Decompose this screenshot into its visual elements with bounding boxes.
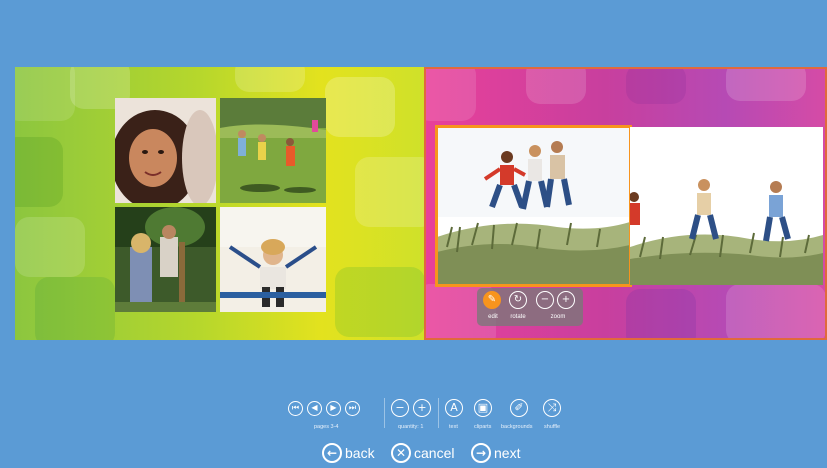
photo-kids-playground[interactable] [115, 207, 216, 312]
photo-kids-dunes-selected[interactable] [435, 125, 632, 287]
edit-label: edit [488, 314, 498, 320]
back-button[interactable]: ← back [322, 442, 375, 464]
cliparts-label: cliparts [474, 424, 492, 430]
toolbar-separator [438, 398, 439, 428]
prev-page-icon[interactable]: ◀ [307, 401, 322, 416]
pages-label: pages 3-4 [314, 424, 339, 430]
left-page[interactable] [15, 67, 424, 340]
cliparts-icon[interactable]: ▣ [474, 399, 492, 417]
cancel-label: cancel [414, 445, 455, 461]
photo-girl-portrait[interactable] [115, 98, 216, 203]
photo-kids-dunes-wide[interactable] [630, 127, 823, 285]
rotate-label: rotate [510, 314, 526, 320]
back-label: back [345, 445, 375, 461]
zoom-out-icon[interactable]: − [536, 291, 554, 309]
photo-kids-dunes-image [437, 127, 630, 285]
quantity-label: quantity: 1 [398, 424, 424, 430]
cancel-x-icon: ✕ [391, 443, 411, 463]
shuffle-label: shuffle [544, 424, 561, 430]
photo-kids-running[interactable] [220, 98, 326, 203]
next-button[interactable]: → next [471, 442, 520, 464]
cancel-button[interactable]: ✕ cancel [391, 442, 454, 464]
minus-icon[interactable]: − [391, 399, 409, 417]
photo-kids-dunes-wide-image [630, 127, 823, 285]
backgrounds-label: backgrounds [501, 424, 533, 430]
photo-kids-running-image [220, 98, 326, 203]
photo-girl-portrait-image [115, 98, 216, 203]
zoom-in-icon[interactable]: + [557, 291, 575, 309]
photo-toolbar: ✎ edit ↻ rotate − + zoom [477, 288, 583, 326]
plus-icon[interactable]: + [413, 399, 431, 417]
next-page-icon[interactable]: ▶ [326, 401, 341, 416]
next-arrow-icon: → [471, 443, 491, 463]
toolbar-separator [384, 398, 385, 428]
photo-girl-swing-image [220, 207, 326, 312]
back-arrow-icon: ← [322, 443, 342, 463]
shuffle-icon[interactable]: ⤨ [543, 399, 561, 417]
rotate-icon[interactable]: ↻ [509, 291, 527, 309]
zoom-label: zoom [550, 314, 566, 320]
edit-icon[interactable]: ✎ [483, 291, 501, 309]
photo-kids-playground-image [115, 207, 216, 312]
photo-book-editor: ✎ edit ↻ rotate − + zoom ⏮ ◀ ▶ ⏭ pages 3… [0, 0, 827, 468]
first-page-icon[interactable]: ⏮ [288, 401, 303, 416]
text-icon[interactable]: A [445, 399, 463, 417]
text-label: text [449, 424, 458, 430]
last-page-icon[interactable]: ⏭ [345, 401, 360, 416]
next-label: next [494, 445, 521, 461]
backgrounds-icon[interactable]: ✐ [510, 399, 528, 417]
photo-girl-swing[interactable] [220, 207, 326, 312]
